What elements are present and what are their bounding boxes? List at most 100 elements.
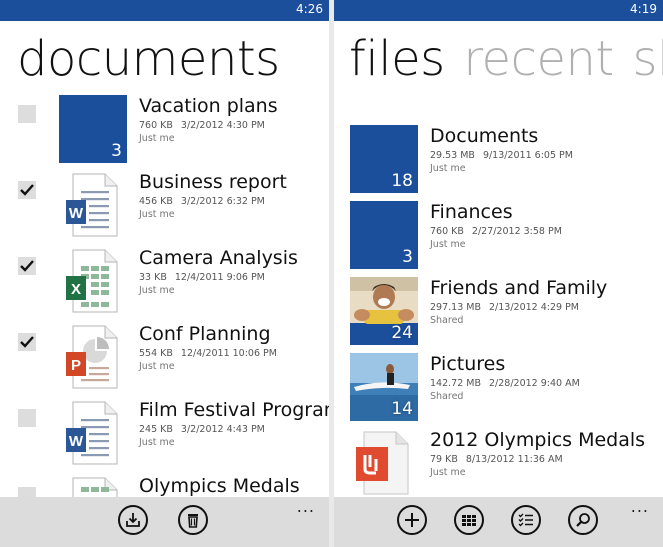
item-meta: 33 KB 12/4/2011 9:06 PM bbox=[139, 272, 265, 283]
delete-button[interactable] bbox=[178, 505, 208, 535]
checkmark-icon bbox=[20, 260, 34, 272]
documents-screen: 4:26 documents 3 Vacation plans 760 KB 3/… bbox=[0, 0, 329, 547]
svg-text:P: P bbox=[71, 357, 81, 374]
add-button[interactable] bbox=[397, 505, 427, 535]
item-count: 3 bbox=[402, 247, 413, 267]
select-checkbox[interactable] bbox=[18, 409, 36, 427]
item-size: 760 KB bbox=[139, 120, 173, 131]
item-sharing: Shared bbox=[430, 391, 464, 402]
list-item[interactable]: 2012 Olympics Medals 79 KB 8/13/2012 11:3… bbox=[334, 429, 663, 505]
photo-folder-tile: 14 bbox=[350, 353, 418, 421]
list-item[interactable]: 18 Documents 29.53 MB 9/13/2011 6:05 PM J… bbox=[334, 125, 663, 201]
checkmark-icon bbox=[20, 184, 34, 196]
list-item[interactable]: 14 Pictures 142.72 MB 2/28/2012 9:40 AM S… bbox=[334, 353, 663, 429]
status-bar: 4:26 bbox=[0, 0, 329, 21]
item-size: 554 KB bbox=[139, 348, 173, 359]
select-checkbox[interactable] bbox=[18, 181, 36, 199]
list-item[interactable]: 24 Friends and Family 297.13 MB 2/13/2012… bbox=[334, 277, 663, 353]
download-icon bbox=[126, 513, 140, 527]
more-button[interactable]: ... bbox=[297, 497, 315, 516]
select-checkbox[interactable] bbox=[18, 257, 36, 275]
select-checkbox[interactable] bbox=[18, 105, 36, 123]
item-meta: 760 KB 2/27/2012 3:58 PM bbox=[430, 226, 562, 237]
item-sharing: Just me bbox=[139, 437, 175, 448]
search-icon bbox=[576, 513, 590, 527]
list-item[interactable]: 3 Vacation plans 760 KB 3/2/2012 4:30 PM … bbox=[0, 95, 329, 171]
pivot-recent[interactable]: recent bbox=[463, 31, 614, 87]
item-size: 79 KB bbox=[430, 454, 458, 465]
item-sharing: Just me bbox=[430, 467, 466, 478]
select-checkbox[interactable] bbox=[18, 333, 36, 351]
download-button[interactable] bbox=[118, 505, 148, 535]
item-meta: 456 KB 3/2/2012 6:32 PM bbox=[139, 196, 265, 207]
item-date: 2/13/2012 4:29 PM bbox=[488, 302, 579, 313]
item-meta: 29.53 MB 9/13/2011 6:05 PM bbox=[430, 150, 573, 161]
list-item[interactable]: 3 Finances 760 KB 2/27/2012 3:58 PM Just … bbox=[334, 201, 663, 277]
item-sharing: Just me bbox=[139, 361, 175, 372]
status-time: 4:19 bbox=[630, 2, 657, 16]
item-count: 3 bbox=[111, 141, 122, 161]
item-name: Friends and Family bbox=[430, 277, 608, 299]
status-bar: 4:19 bbox=[334, 0, 663, 21]
delete-icon bbox=[188, 514, 198, 528]
svg-text:X: X bbox=[71, 281, 81, 298]
item-sharing: Just me bbox=[430, 163, 466, 174]
item-date: 12/4/2011 10:06 PM bbox=[180, 348, 277, 359]
word-doc-icon: W bbox=[66, 401, 118, 465]
item-size: 760 KB bbox=[430, 226, 464, 237]
pivot-files[interactable]: files bbox=[349, 31, 445, 87]
list-item[interactable]: P Conf Planning 554 KB 12/4/2011 10:06 PM… bbox=[0, 323, 329, 399]
checkmark-icon bbox=[20, 336, 34, 348]
item-count: 18 bbox=[391, 171, 413, 191]
view-tiles-icon bbox=[462, 515, 476, 526]
item-date: 9/13/2011 6:05 PM bbox=[482, 150, 573, 161]
item-size: 142.72 MB bbox=[430, 378, 481, 389]
item-name: Conf Planning bbox=[139, 323, 271, 345]
item-name: Vacation plans bbox=[139, 95, 278, 117]
item-meta: 245 KB 3/2/2012 4:43 PM bbox=[139, 424, 265, 435]
pivot-header: files recent sha bbox=[349, 26, 663, 92]
item-meta: 297.13 MB 2/13/2012 4:29 PM bbox=[430, 302, 579, 313]
item-name: Pictures bbox=[430, 353, 506, 375]
item-meta: 79 KB 8/13/2012 11:36 AM bbox=[430, 454, 563, 465]
word-doc-icon: W bbox=[66, 173, 118, 237]
item-count: 24 bbox=[391, 323, 413, 343]
list-item[interactable]: W Film Festival Program 245 KB 3/2/2012 4… bbox=[0, 399, 329, 475]
item-name: Film Festival Program bbox=[139, 399, 329, 421]
item-size: 245 KB bbox=[139, 424, 173, 435]
item-date: 2/28/2012 9:40 AM bbox=[488, 378, 580, 389]
add-icon bbox=[405, 513, 419, 527]
item-name: Documents bbox=[430, 125, 539, 147]
powerpoint-doc-icon: P bbox=[66, 325, 118, 389]
photo-folder-tile: 24 bbox=[350, 277, 418, 345]
view-tiles-button[interactable] bbox=[454, 505, 484, 535]
list-item[interactable]: W Business report 456 KB 3/2/2012 6:32 PM… bbox=[0, 171, 329, 247]
app-bar: ... bbox=[0, 497, 329, 547]
item-sharing: Shared bbox=[430, 315, 464, 326]
item-name: Camera Analysis bbox=[139, 247, 298, 269]
pivot-shared[interactable]: sha bbox=[633, 31, 663, 87]
list-item[interactable]: X Camera Analysis 33 KB 12/4/2011 9:06 PM… bbox=[0, 247, 329, 323]
item-sharing: Just me bbox=[139, 285, 175, 296]
item-size: 33 KB bbox=[139, 272, 167, 283]
item-size: 297.13 MB bbox=[430, 302, 481, 313]
item-date: 3/2/2012 6:32 PM bbox=[180, 196, 265, 207]
app-bar: ... bbox=[334, 497, 663, 547]
item-sharing: Just me bbox=[430, 239, 466, 250]
files-screen: 4:19 files recent sha 18 Documents 29.53… bbox=[334, 0, 663, 547]
item-meta: 554 KB 12/4/2011 10:06 PM bbox=[139, 348, 277, 359]
item-date: 3/2/2012 4:43 PM bbox=[180, 424, 265, 435]
item-size: 456 KB bbox=[139, 196, 173, 207]
svg-text:W: W bbox=[69, 433, 84, 450]
search-button[interactable] bbox=[568, 505, 598, 535]
folder-tile: 3 bbox=[350, 201, 418, 269]
item-name: Finances bbox=[430, 201, 513, 223]
folder-tile: 3 bbox=[59, 95, 127, 163]
select-list-button[interactable] bbox=[511, 505, 541, 535]
pdf-doc-icon bbox=[356, 431, 409, 495]
item-count: 14 bbox=[391, 399, 413, 419]
page-title: documents bbox=[17, 31, 280, 87]
item-name: 2012 Olympics Medals bbox=[430, 429, 646, 451]
status-time: 4:26 bbox=[296, 2, 323, 16]
more-button[interactable]: ... bbox=[631, 497, 649, 516]
